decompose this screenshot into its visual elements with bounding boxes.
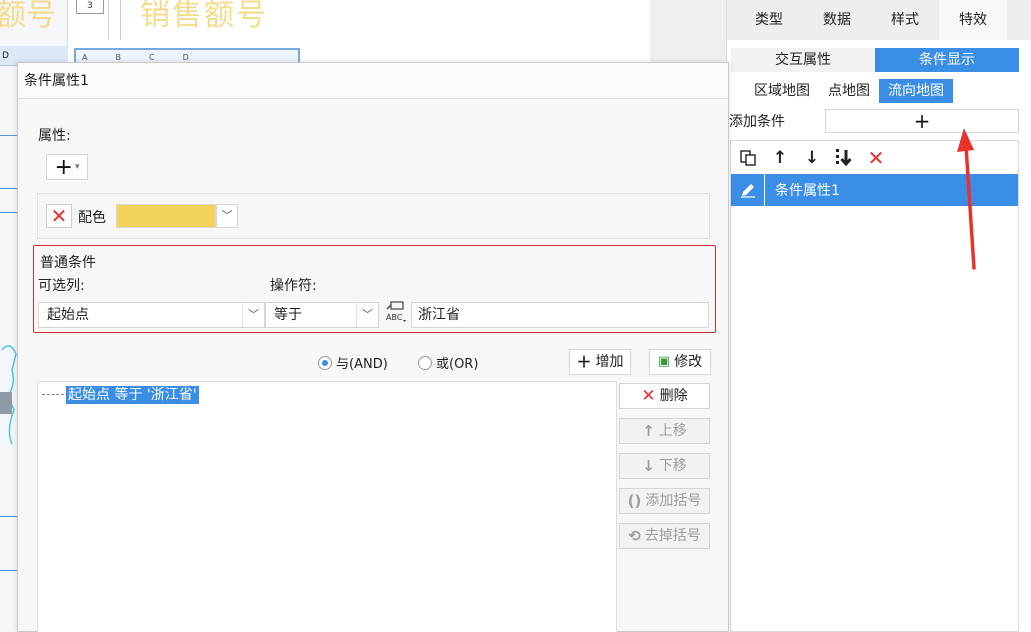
add-bracket-button[interactable]: () 添加括号	[619, 488, 710, 514]
subtab-conditional-display[interactable]: 条件显示	[875, 48, 1019, 72]
plus-icon: +	[54, 154, 73, 180]
tab-type[interactable]: 类型	[735, 0, 803, 40]
color-swatch[interactable]	[116, 204, 216, 228]
add-property-button[interactable]: + ▾	[46, 154, 88, 180]
background-cell-number: 3	[76, 0, 104, 14]
tab-effects[interactable]: 特效	[939, 0, 1007, 40]
background-line	[0, 516, 18, 517]
background-title-right: 销售额号	[140, 0, 268, 33]
background-line	[0, 188, 18, 189]
map-type-tabs: 区域地图 点地图 流向地图	[745, 79, 953, 103]
radio-and[interactable]	[318, 355, 332, 370]
move-up-button[interactable]: ↑ 上移	[619, 418, 710, 444]
subtab-interaction[interactable]: 交互属性	[731, 48, 875, 72]
chevron-down-icon: ▾	[74, 162, 80, 172]
remove-bracket-icon: ⟲	[628, 527, 641, 545]
value-type-icon[interactable]: ABC	[383, 300, 409, 326]
modify-icon: ▣	[657, 354, 671, 369]
background-map-fragment	[0, 345, 17, 445]
modify-button-label: 修改	[674, 354, 703, 370]
color-dropdown-button[interactable]: ﹀	[216, 204, 238, 228]
arrow-down-icon[interactable]: ↓	[801, 147, 823, 169]
copy-icon[interactable]	[737, 147, 759, 169]
background-gridline	[120, 0, 121, 40]
remove-property-button[interactable]: ✕	[46, 204, 72, 228]
modify-button[interactable]: ▣ 修改	[649, 349, 711, 375]
operator-label: 操作符:	[270, 278, 317, 294]
tree-connector	[42, 394, 64, 395]
right-property-panel: 类型 数据 样式 特效 交互属性 条件显示 区域地图 点地图 流向地图 添加条件…	[726, 0, 1031, 632]
add-button-label: 增加	[595, 354, 624, 370]
operator-select[interactable]: 等于 ﹀	[265, 302, 379, 328]
chevron-down-icon: ﹀	[356, 303, 378, 327]
dialog-title: 条件属性1	[18, 63, 728, 99]
column-select-value: 起始点	[47, 307, 89, 323]
add-condition-label: 添加条件	[729, 114, 785, 130]
normal-condition-title: 普通条件	[40, 255, 96, 271]
move-down-button[interactable]: ↓ 下移	[619, 453, 710, 479]
svg-text:ABC: ABC	[386, 313, 403, 322]
move-down-label: 下移	[658, 458, 687, 474]
tab-point-map[interactable]: 点地图	[819, 79, 879, 103]
delete-button[interactable]: ✕ 删除	[619, 383, 710, 409]
property-row-color: ✕ 配色 ﹀	[37, 193, 710, 239]
add-condition-button[interactable]: +	[825, 109, 1019, 133]
column-label: 可选列:	[38, 278, 85, 294]
column-select[interactable]: 起始点 ﹀	[38, 302, 265, 328]
condition-value-input[interactable]: 浙江省	[411, 302, 709, 328]
logic-and-option[interactable]: 与(AND)	[318, 353, 388, 372]
background-line	[0, 570, 18, 571]
move-up-label: 上移	[658, 423, 687, 439]
condition-expression-item[interactable]: 起始点 等于 '浙江省'	[66, 386, 199, 404]
normal-condition-box: 普通条件 可选列: 操作符: 起始点 ﹀ 等于 ﹀ ABC 浙江省	[33, 245, 716, 333]
delete-button-label: 删除	[659, 388, 688, 404]
add-bracket-label: 添加括号	[645, 493, 702, 509]
condition-list-item-label: 条件属性1	[775, 183, 840, 199]
tab-region-map[interactable]: 区域地图	[745, 79, 819, 103]
bracket-icon: ()	[627, 492, 642, 510]
chevron-down-icon: ﹀	[242, 303, 264, 327]
radio-or[interactable]	[418, 355, 432, 370]
properties-label: 属性:	[38, 128, 71, 144]
arrow-up-icon: ↑	[642, 422, 655, 440]
background-gridline	[108, 0, 109, 40]
background-line	[0, 212, 18, 213]
remove-bracket-label: 去掉括号	[644, 528, 701, 544]
delete-icon[interactable]: ✕	[865, 146, 887, 170]
annotation-arrow-icon	[957, 128, 976, 270]
arrow-down-icon: ↓	[642, 457, 655, 475]
tab-flow-map[interactable]: 流向地图	[879, 79, 953, 103]
arrow-up-icon[interactable]: ↑	[769, 147, 791, 169]
logic-or-label: 或(OR)	[436, 357, 479, 372]
add-condition-item-button[interactable]: ＋增加	[569, 349, 631, 375]
color-property-label: 配色	[78, 210, 106, 226]
move-to-bottom-icon[interactable]	[833, 147, 855, 169]
condition-property-dialog: 条件属性1 属性: + ▾ ✕ 配色 ﹀ 普通条件 可选列: 操作符: 起始点 ﹀…	[17, 62, 729, 632]
background-title-left: 额号	[0, 0, 56, 33]
effects-subtabs: 交互属性 条件显示	[731, 48, 1019, 72]
tab-data[interactable]: 数据	[803, 0, 871, 40]
condition-list-toolbar: ↑ ↓ ✕	[737, 145, 887, 171]
background-line	[0, 135, 18, 136]
logic-or-option[interactable]: 或(OR)	[418, 353, 478, 372]
logic-and-label: 与(AND)	[336, 357, 388, 372]
edit-icon	[731, 174, 765, 206]
operator-select-value: 等于	[274, 307, 302, 323]
plus-icon: ＋	[576, 353, 592, 371]
tab-style[interactable]: 样式	[871, 0, 939, 40]
panel-main-tabs: 类型 数据 样式 特效	[727, 0, 1031, 40]
close-icon: ✕	[641, 386, 656, 406]
condition-expression-list: 起始点 等于 '浙江省'	[37, 381, 617, 632]
remove-bracket-button[interactable]: ⟲ 去掉括号	[619, 523, 710, 549]
